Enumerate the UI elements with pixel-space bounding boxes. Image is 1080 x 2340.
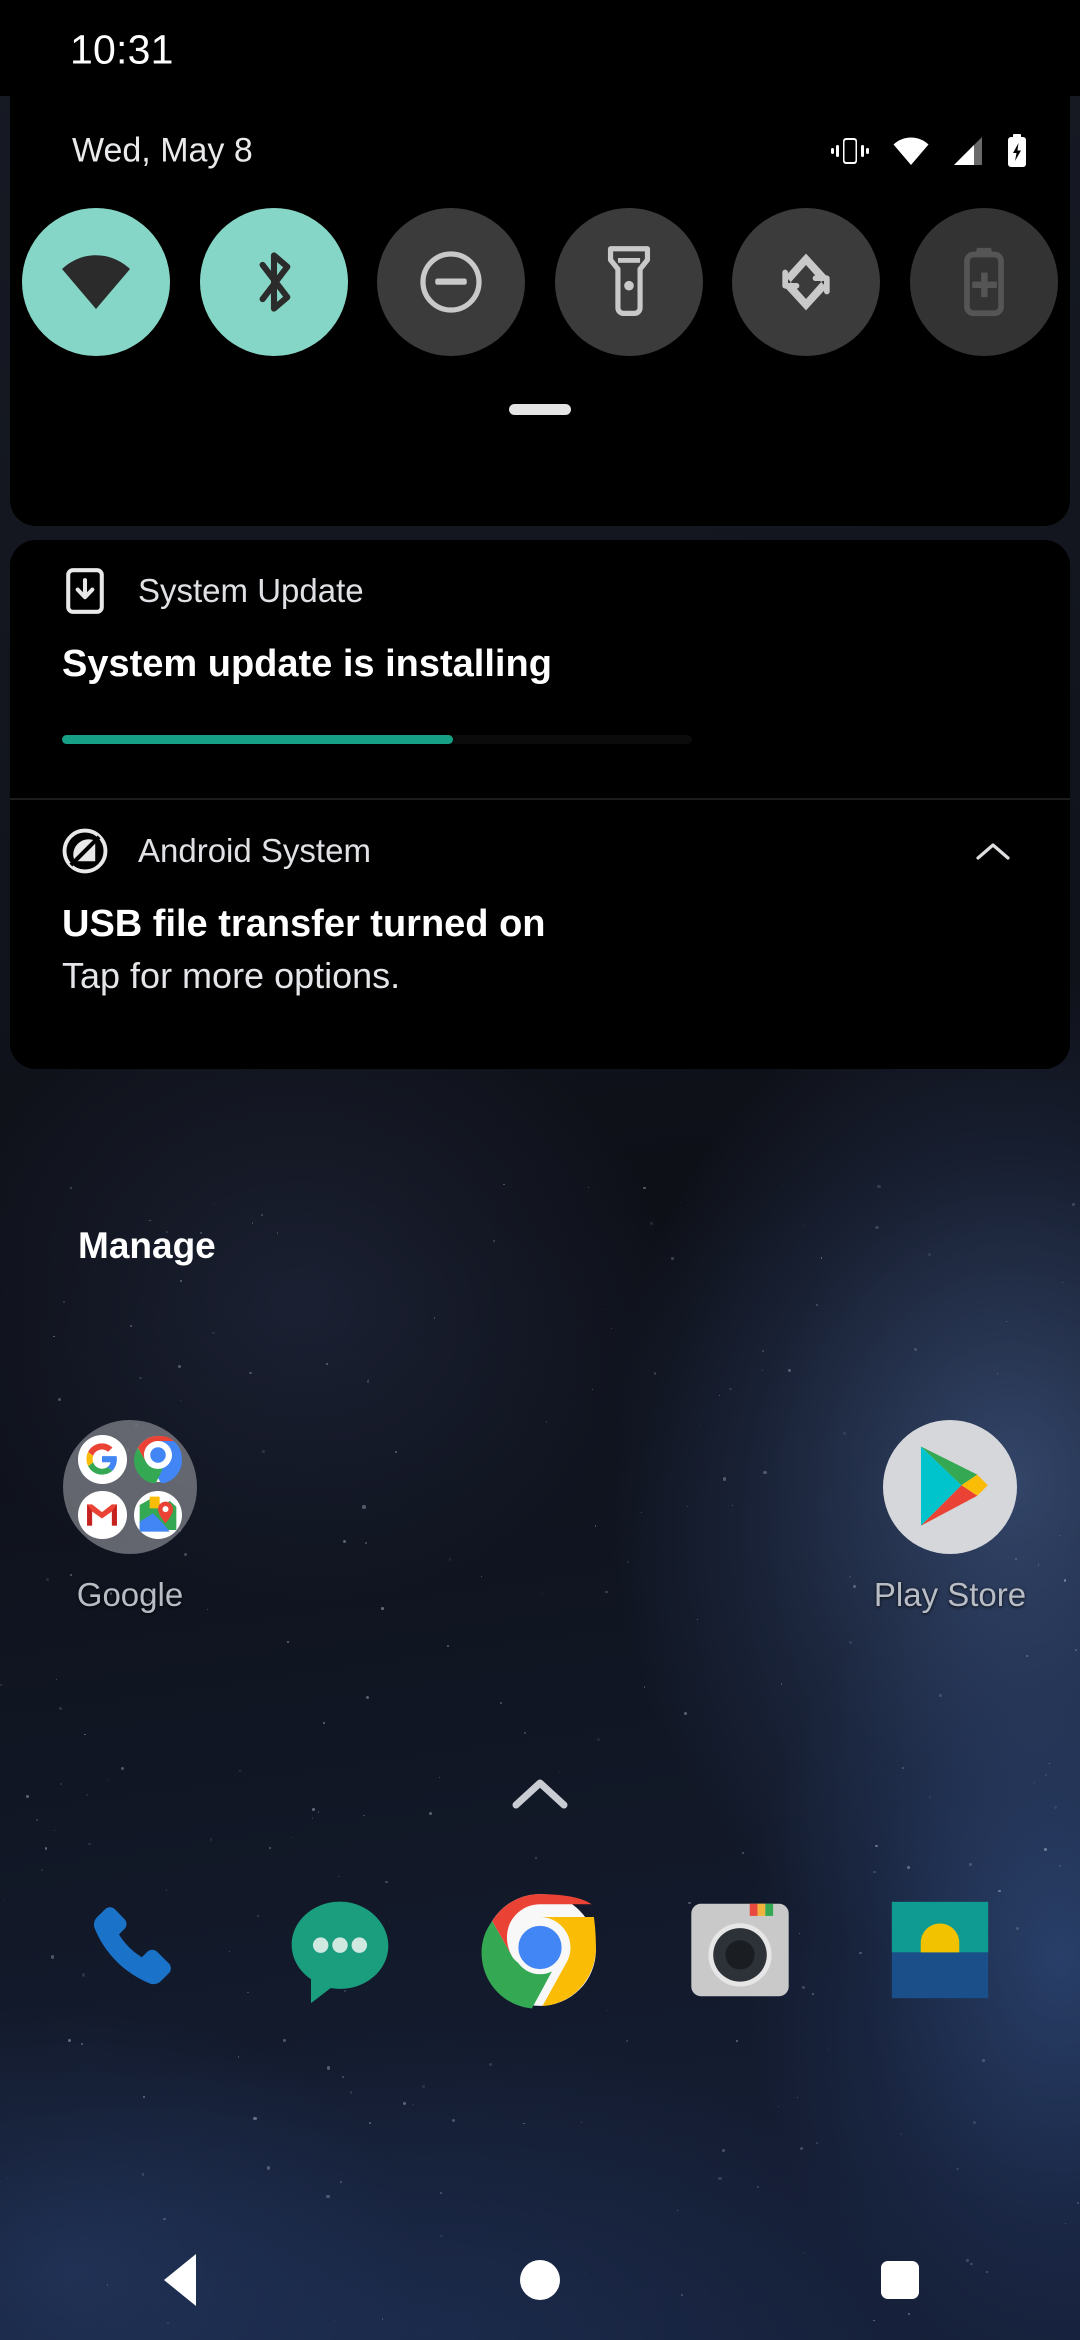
notification-app-name: Android System xyxy=(138,831,371,869)
wifi-icon xyxy=(62,255,130,309)
dock-item-photos[interactable] xyxy=(870,1880,1010,2020)
chevron-up-icon[interactable] xyxy=(968,826,1018,876)
android-system-icon xyxy=(62,828,108,874)
qs-tile-battery-saver[interactable] xyxy=(909,208,1058,356)
vibrate-icon xyxy=(830,134,870,168)
dock-item-chrome[interactable] xyxy=(470,1880,610,2020)
status-bar-clock: 10:31 xyxy=(70,26,174,73)
recents-icon xyxy=(881,2261,919,2299)
qs-tile-do-not-disturb[interactable] xyxy=(377,208,526,356)
navigation-bar xyxy=(0,2220,1080,2340)
back-icon xyxy=(164,2254,196,2306)
battery-charging-icon xyxy=(1006,134,1028,168)
chrome-mini-icon xyxy=(133,1435,183,1484)
notification-text: Tap for more options. xyxy=(62,954,401,996)
notification-title: System update is installing xyxy=(62,643,552,685)
progress-bar xyxy=(62,734,692,744)
back-button[interactable] xyxy=(0,2254,360,2306)
wifi-icon xyxy=(892,136,930,166)
system-status-icons xyxy=(830,134,1028,168)
system-update-icon xyxy=(62,568,108,614)
home-button[interactable] xyxy=(360,2260,720,2300)
manage-notifications-button[interactable]: Manage xyxy=(78,1225,216,1267)
quick-settings-header: Wed, May 8 xyxy=(10,96,1070,206)
home-icon xyxy=(520,2260,560,2300)
dock-item-camera[interactable] xyxy=(670,1880,810,2020)
notification-app-name: System Update xyxy=(138,572,364,609)
qs-tile-flashlight[interactable] xyxy=(554,208,703,356)
google-search-mini-icon xyxy=(78,1435,127,1484)
app-label: Google xyxy=(76,1576,184,1613)
play-store-icon xyxy=(883,1420,1017,1554)
qs-tile-auto-rotate[interactable] xyxy=(732,208,881,356)
notification-body: System update is installing xyxy=(62,642,1018,798)
app-icon-google-folder[interactable]: Google xyxy=(20,1420,240,1614)
notification-body: USB file transfer turned on Tap for more… xyxy=(62,902,1018,1070)
dock-item-messages[interactable] xyxy=(270,1880,410,2020)
app-label: Play Store xyxy=(873,1576,1027,1613)
android-screen: Google Play Store 10:31 Wed, May 8 Syste… xyxy=(0,0,1080,2340)
chevron-up-icon[interactable] xyxy=(511,1775,569,1818)
notification-stack: System Update System update is installin… xyxy=(10,540,1070,1070)
notification-android-system[interactable]: Android System USB file transfer turned … xyxy=(10,799,1070,1070)
app-icon-play-store[interactable]: Play Store xyxy=(840,1420,1060,1614)
do-not-disturb-icon xyxy=(420,251,482,313)
battery-saver-icon xyxy=(964,247,1004,317)
dock xyxy=(0,1880,1080,2020)
flashlight-icon xyxy=(607,246,650,316)
google-folder-icon xyxy=(63,1420,197,1554)
notification-title: USB file transfer turned on xyxy=(62,902,546,945)
notification-system-update[interactable]: System Update System update is installin… xyxy=(10,540,1070,798)
quick-settings-panel: Wed, May 8 xyxy=(10,96,1070,526)
quick-settings-drag-handle[interactable] xyxy=(509,404,571,415)
quick-settings-tiles xyxy=(10,208,1070,356)
maps-mini-icon xyxy=(133,1490,182,1539)
status-bar: 10:31 xyxy=(0,0,1080,96)
qs-tile-wifi[interactable] xyxy=(22,208,170,356)
qs-tile-bluetooth[interactable] xyxy=(199,208,348,356)
recents-button[interactable] xyxy=(720,2261,1080,2299)
auto-rotate-icon xyxy=(782,253,831,311)
gmail-mini-icon xyxy=(78,1490,127,1539)
notification-header: Android System xyxy=(62,800,1018,902)
cellular-signal-icon xyxy=(952,136,984,166)
notification-header: System Update xyxy=(62,540,1018,642)
quick-settings-date: Wed, May 8 xyxy=(72,131,253,170)
dock-item-phone[interactable] xyxy=(70,1880,210,2020)
bluetooth-icon xyxy=(259,252,290,312)
progress-bar-fill xyxy=(62,734,453,744)
